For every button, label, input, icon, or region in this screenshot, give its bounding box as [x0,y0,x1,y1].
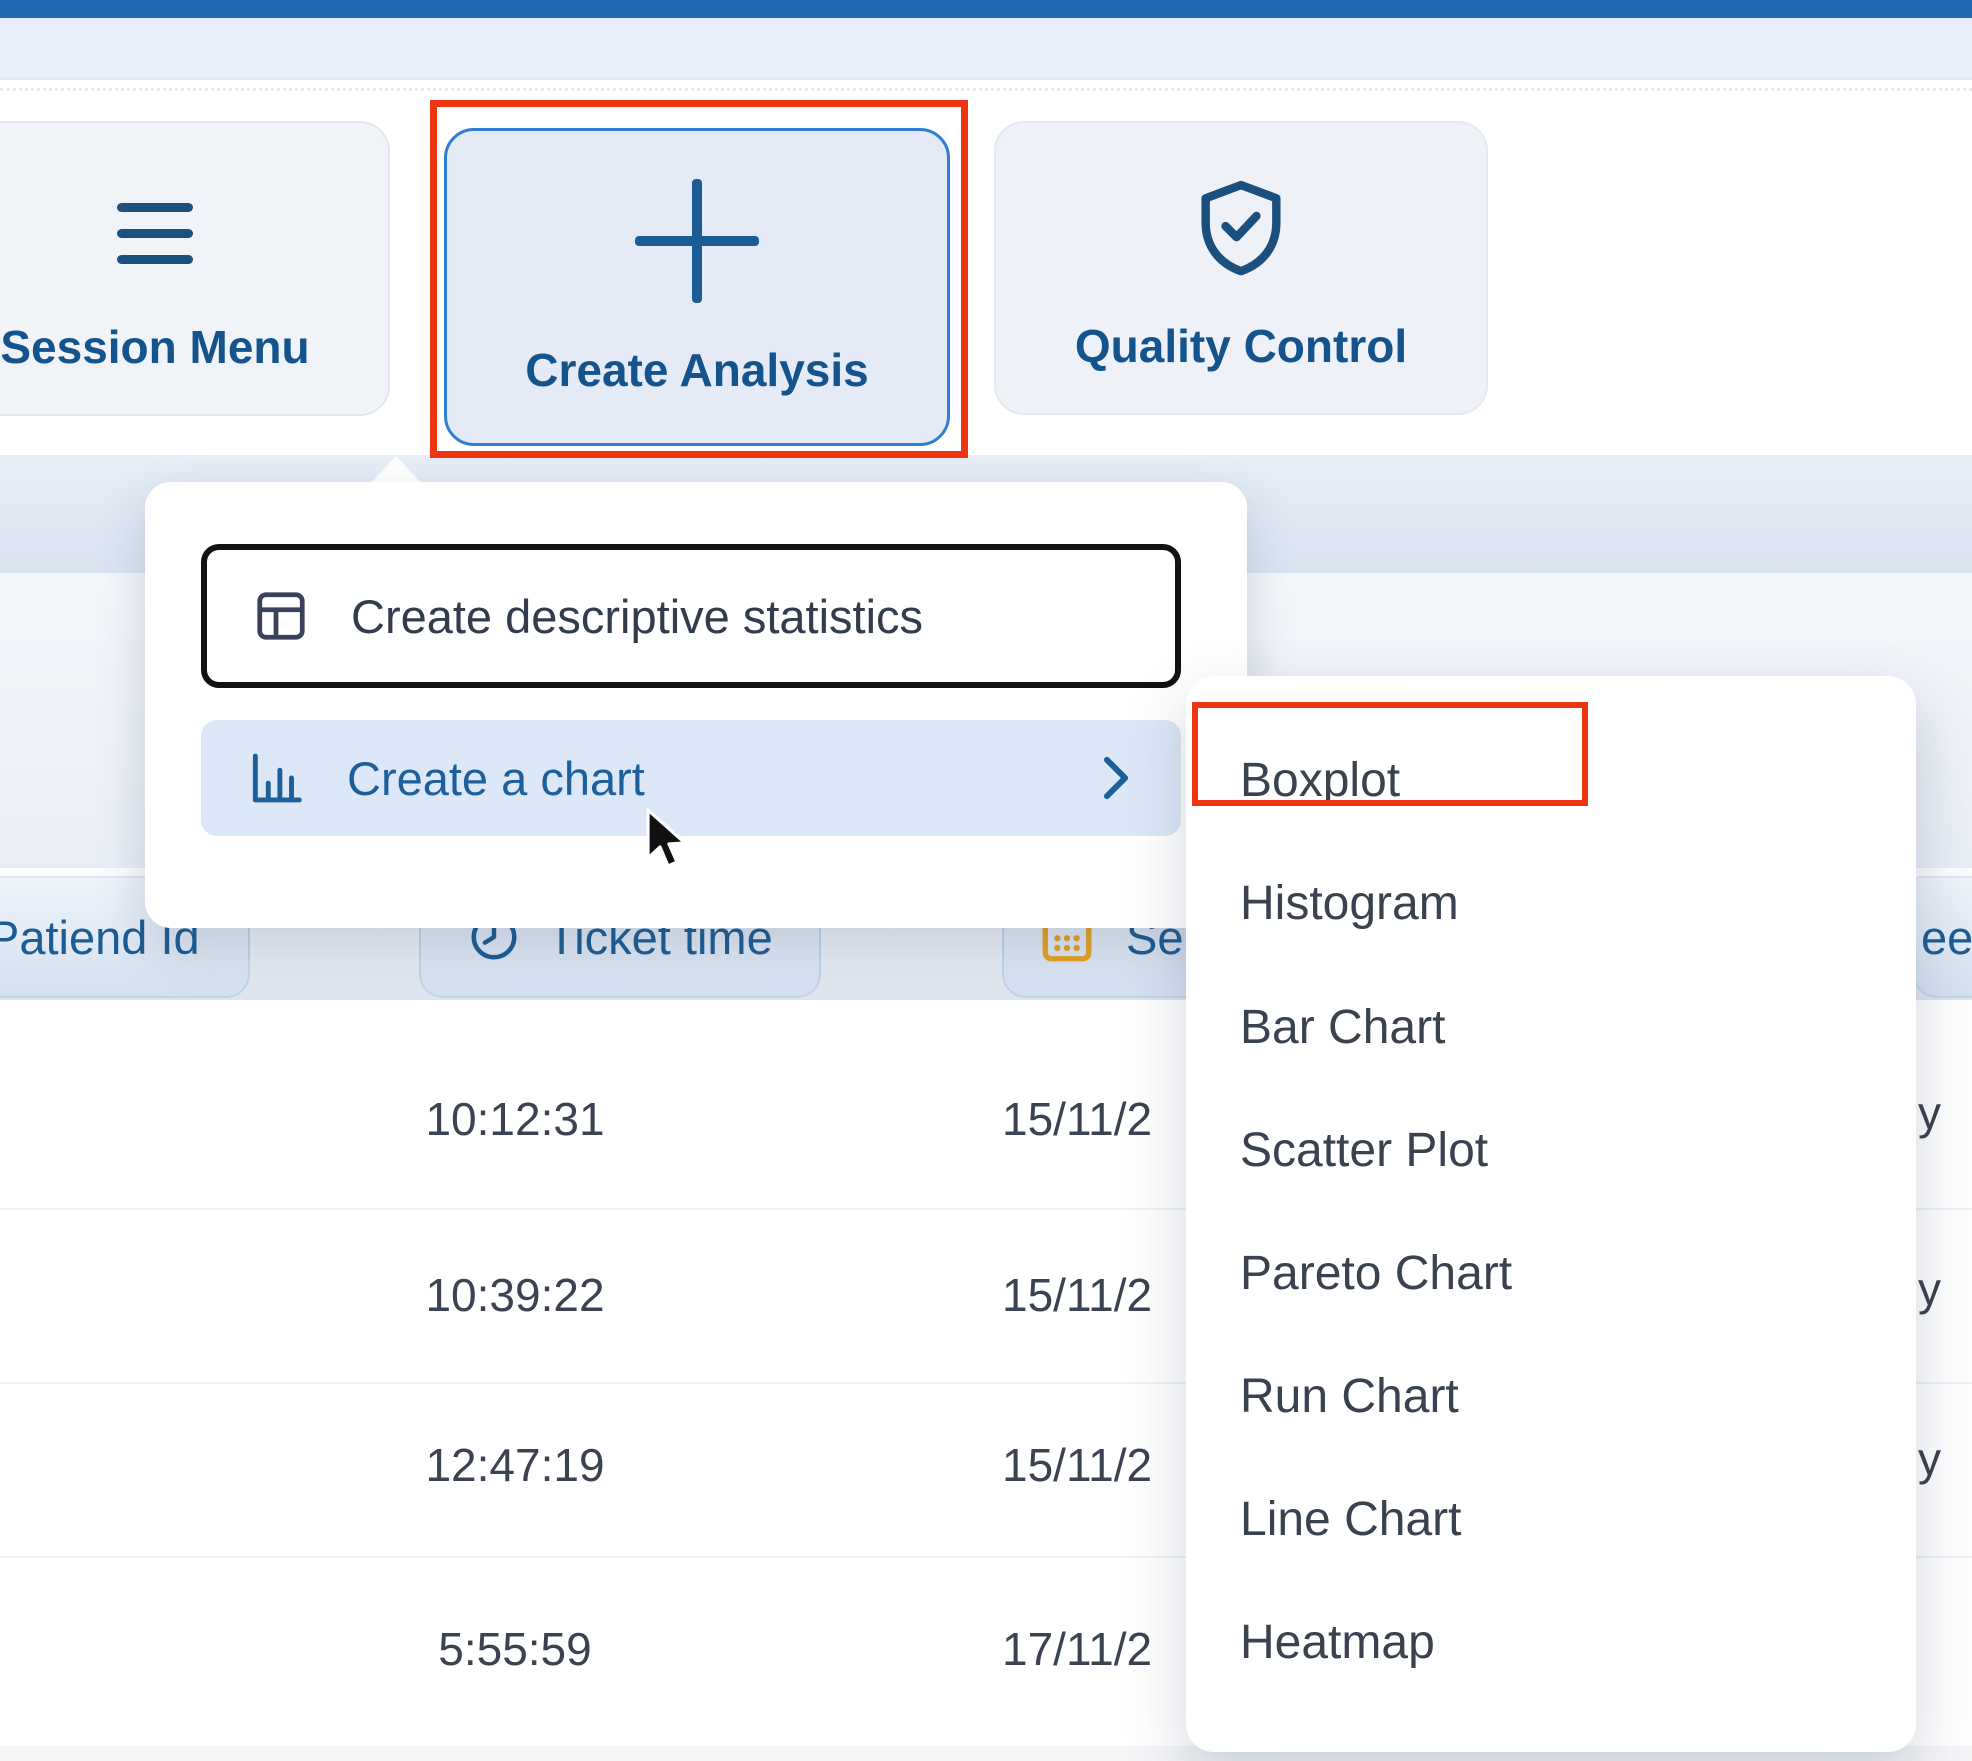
annotation-rect-create-analysis [430,100,968,458]
column-header-label: eek [1921,910,1972,965]
ticket-time-cell: 10:12:31 [395,1092,635,1146]
submenu-item-label: Histogram [1240,876,1459,931]
submenu-item-heatmap[interactable]: Heatmap [1240,1592,1860,1692]
weekday-cell-partial: y [1918,1086,1972,1140]
session-date-cell: 15/11/2 [1002,1092,1188,1146]
top-title-bar [0,0,1972,18]
create-analysis-dropdown: Create descriptive statistics Create a c… [145,482,1247,928]
submenu-item-label: Line Chart [1240,1492,1461,1547]
menu-item-label: Create a chart [347,751,645,806]
session-menu-button[interactable]: Session Menu [0,121,390,416]
shield-check-icon [1188,171,1294,283]
submenu-item-label: Heatmap [1240,1615,1435,1670]
menu-item-label: Create descriptive statistics [351,589,923,644]
weekday-cell-partial: y [1918,1432,1972,1486]
session-date-cell: 15/11/2 [1002,1268,1188,1322]
submenu-item-label: Run Chart [1240,1369,1459,1424]
annotation-rect-boxplot [1192,702,1588,806]
ticket-time-cell: 5:55:59 [395,1622,635,1676]
mouse-cursor [642,808,692,876]
submenu-item-label: Pareto Chart [1240,1246,1512,1301]
app-window: Patiend Id Ticket time Se eek 10:12:31 1… [0,0,1972,1761]
session-date-cell: 15/11/2 [1002,1438,1188,1492]
ticket-time-cell: 10:39:22 [395,1268,635,1322]
bar-chart-icon [245,747,307,809]
quality-control-label: Quality Control [1075,319,1407,373]
weekday-cell-partial: y [1918,1262,1972,1316]
submenu-item-histogram[interactable]: Histogram [1240,853,1860,953]
submenu-item-pareto-chart[interactable]: Pareto Chart [1240,1223,1860,1323]
chevron-right-icon [1099,753,1133,803]
chart-type-submenu: Boxplot Histogram Bar Chart Scatter Plot… [1186,676,1916,1752]
column-header-week[interactable]: eek [1913,876,1972,998]
table-icon [251,586,311,646]
menu-item-descriptive-statistics[interactable]: Create descriptive statistics [201,544,1181,688]
submenu-item-line-chart[interactable]: Line Chart [1240,1469,1860,1569]
session-date-cell: 17/11/2 [1002,1622,1188,1676]
header-band [0,18,1972,80]
submenu-item-bar-chart[interactable]: Bar Chart [1240,977,1860,1077]
submenu-item-scatter-plot[interactable]: Scatter Plot [1240,1100,1860,1200]
submenu-item-label: Scatter Plot [1240,1123,1488,1178]
session-menu-label: Session Menu [0,320,309,374]
quality-control-button[interactable]: Quality Control [994,121,1488,415]
submenu-item-run-chart[interactable]: Run Chart [1240,1346,1860,1446]
submenu-item-label: Bar Chart [1240,1000,1445,1055]
ticket-time-cell: 12:47:19 [395,1438,635,1492]
dotted-divider [0,88,1972,91]
hamburger-icon [117,203,193,264]
